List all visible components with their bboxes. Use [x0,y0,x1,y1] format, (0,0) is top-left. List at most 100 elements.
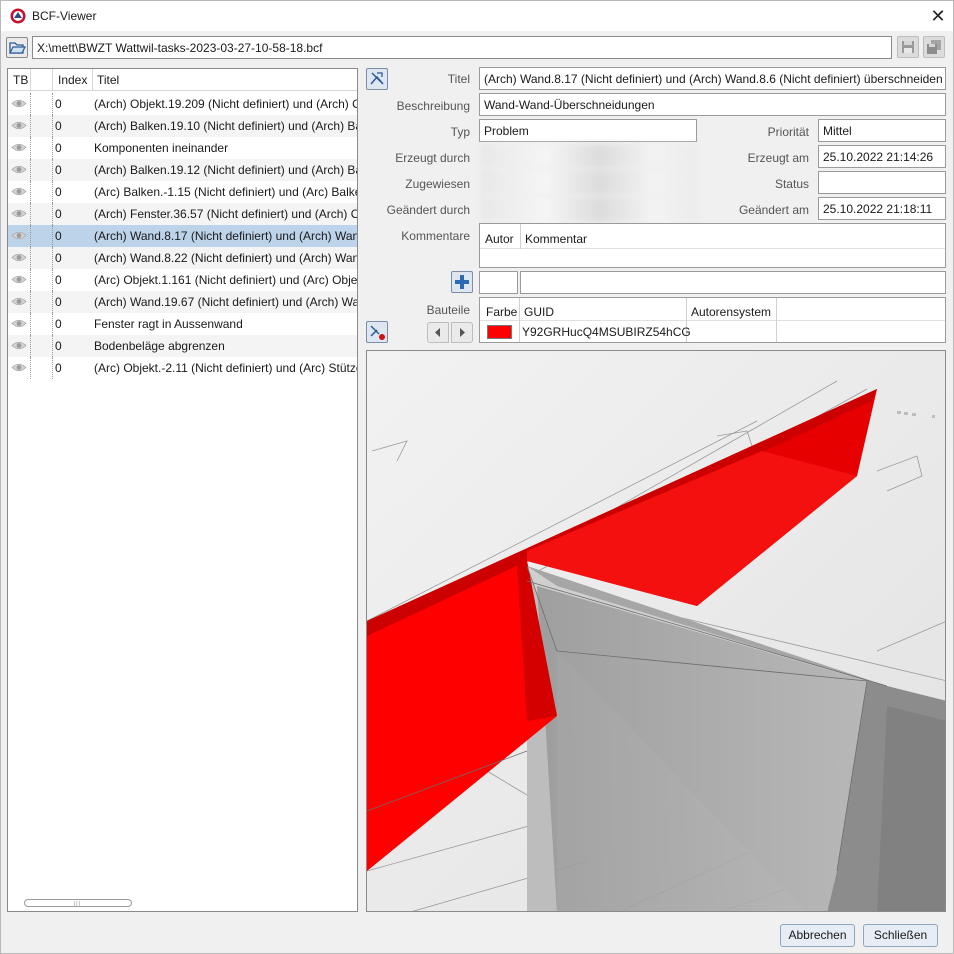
save-as-button[interactable] [923,36,945,58]
topic-row[interactable]: 0 (Arch) Fenster.36.57 (Nicht definiert) … [8,203,357,225]
save-icon [902,41,914,53]
label-erzeugt-durch: Erzeugt durch [395,151,470,165]
arrow-left-icon [435,328,440,337]
status-field[interactable] [818,171,946,194]
topic-row[interactable]: 0 Fenster ragt in Aussenwand [8,313,357,335]
app-logo-icon [10,8,26,24]
beschreibung-field[interactable]: Wand-Wand-Überschneidungen [479,93,946,116]
new-comment-text-input[interactable] [520,271,946,294]
visibility-eye-icon[interactable] [11,120,27,131]
visibility-eye-icon[interactable] [11,362,27,373]
titel-field[interactable]: (Arch) Wand.8.17 (Nicht definiert) und (… [479,67,946,90]
erzeugt-durch-field-redacted [481,144,697,168]
bcf-viewer-window: BCF-Viewer ✕ X:\mett\BWZT Wattwil-tasks-… [0,0,954,954]
horizontal-scrollbar[interactable]: ||| [16,898,352,908]
label-kommentare: Kommentare [401,229,470,243]
new-comment-author-input[interactable] [479,271,518,294]
camera-tool-icon [370,72,384,85]
typ-field[interactable]: Problem [479,119,697,142]
topic-index: 0 [55,273,62,287]
topic-row[interactable]: 0 (Arc) Objekt.-2.11 (Nicht definiert) un… [8,357,357,379]
next-button[interactable] [451,322,473,343]
viewpoint-tool-button[interactable] [366,68,388,90]
abbrechen-button[interactable]: Abbrechen [780,924,855,947]
label-typ: Typ [450,125,470,139]
geaendert-am-field[interactable]: 25.10.2022 21:18:11 [818,197,946,220]
visibility-eye-icon[interactable] [11,318,27,329]
topic-row[interactable]: 0 (Arch) Wand.8.17 (Nicht definiert) und … [8,225,357,247]
visibility-eye-icon[interactable] [11,340,27,351]
arrow-right-icon [460,328,465,337]
label-titel: Titel [447,72,470,86]
topic-title: (Arch) Objekt.19.209 (Nicht definiert) u… [94,97,357,111]
comments-column-autor[interactable]: Autor [485,232,514,246]
label-beschreibung: Beschreibung [396,99,470,113]
topic-index: 0 [55,97,62,111]
label-zugewiesen: Zugewiesen [405,177,470,191]
visibility-eye-icon[interactable] [11,252,27,263]
visibility-eye-icon[interactable] [11,296,27,307]
column-header-title[interactable]: Titel [97,73,119,87]
topic-rows: 0 (Arch) Objekt.19.209 (Nicht definiert) … [8,93,357,379]
visibility-eye-icon[interactable] [11,142,27,153]
prioritaet-field[interactable]: Mittel [818,119,946,142]
topic-title: Bodenbeläge abgrenzen [94,339,225,353]
components-table[interactable]: Farbe GUID Autorensystem Y92GRHucQ4MSUBI… [479,297,946,343]
window-title: BCF-Viewer [32,9,97,23]
label-erzeugt-am: Erzeugt am [747,151,809,165]
label-geaendert-durch: Geändert durch [386,203,470,217]
topic-row[interactable]: 0 (Arch) Wand.8.22 (Nicht definiert) und … [8,247,357,269]
open-file-button[interactable] [6,37,28,58]
topic-index: 0 [55,361,62,375]
label-status: Status [774,177,809,191]
topic-index: 0 [55,141,62,155]
topic-row[interactable]: 0 Bodenbeläge abgrenzen [8,335,357,357]
file-path-input[interactable]: X:\mett\BWZT Wattwil-tasks-2023-03-27-10… [32,36,892,59]
topic-row[interactable]: 0 Komponenten ineinander [8,137,357,159]
label-prioritaet: Priorität [767,125,809,139]
column-header-tb[interactable]: TB [13,73,28,87]
topic-row[interactable]: 0 (Arc) Balken.-1.15 (Nicht definiert) un… [8,181,357,203]
zugewiesen-field-redacted [481,169,697,195]
label-bauteile: Bauteile [426,303,470,317]
components-column-guid[interactable]: GUID [524,305,554,319]
visibility-eye-icon[interactable] [11,208,27,219]
topic-row[interactable]: 0 (Arch) Objekt.19.209 (Nicht definiert) … [8,93,357,115]
3d-viewport[interactable] [366,350,946,912]
comments-column-kommentar[interactable]: Kommentar [525,232,587,246]
schliessen-button[interactable]: Schließen [863,924,938,947]
save-button[interactable] [897,36,919,58]
remove-component-tool-button[interactable] [366,321,388,343]
3d-model-render [367,351,945,911]
title-bar: BCF-Viewer ✕ [1,1,953,31]
topic-list-header: TB Index Titel [8,69,357,91]
visibility-eye-icon[interactable] [11,274,27,285]
visibility-eye-icon[interactable] [11,230,27,241]
topic-title: (Arc) Balken.-1.15 (Nicht definiert) und… [94,185,357,199]
component-row[interactable]: Y92GRHucQ4MSUBIRZ54hCG [480,322,945,342]
visibility-eye-icon[interactable] [11,98,27,109]
topic-row[interactable]: 0 (Arch) Wand.19.67 (Nicht definiert) und… [8,291,357,313]
topic-title: (Arch) Wand.19.67 (Nicht definiert) und … [94,295,357,309]
topic-title: (Arch) Balken.19.10 (Nicht definiert) un… [94,119,357,133]
topic-title: (Arch) Wand.8.17 (Nicht definiert) und (… [94,229,357,243]
save-as-icon [927,40,941,54]
add-comment-button[interactable] [451,271,473,293]
topic-title: (Arch) Wand.8.22 (Nicht definiert) und (… [94,251,357,265]
column-header-index[interactable]: Index [58,73,87,87]
components-column-autorensystem[interactable]: Autorensystem [691,305,771,319]
previous-button[interactable] [427,322,449,343]
geaendert-durch-field-redacted [481,196,697,222]
component-color-swatch [487,325,512,339]
erzeugt-am-field[interactable]: 25.10.2022 21:14:26 [818,145,946,168]
topic-index: 0 [55,185,62,199]
topic-row[interactable]: 0 (Arch) Balken.19.12 (Nicht definiert) u… [8,159,357,181]
visibility-eye-icon[interactable] [11,164,27,175]
topic-row[interactable]: 0 (Arc) Objekt.1.161 (Nicht definiert) un… [8,269,357,291]
components-column-farbe[interactable]: Farbe [486,305,517,319]
close-icon[interactable]: ✕ [927,5,949,27]
visibility-eye-icon[interactable] [11,186,27,197]
comments-table[interactable]: Autor Kommentar [479,223,946,268]
topic-index: 0 [55,163,62,177]
topic-row[interactable]: 0 (Arch) Balken.19.10 (Nicht definiert) u… [8,115,357,137]
